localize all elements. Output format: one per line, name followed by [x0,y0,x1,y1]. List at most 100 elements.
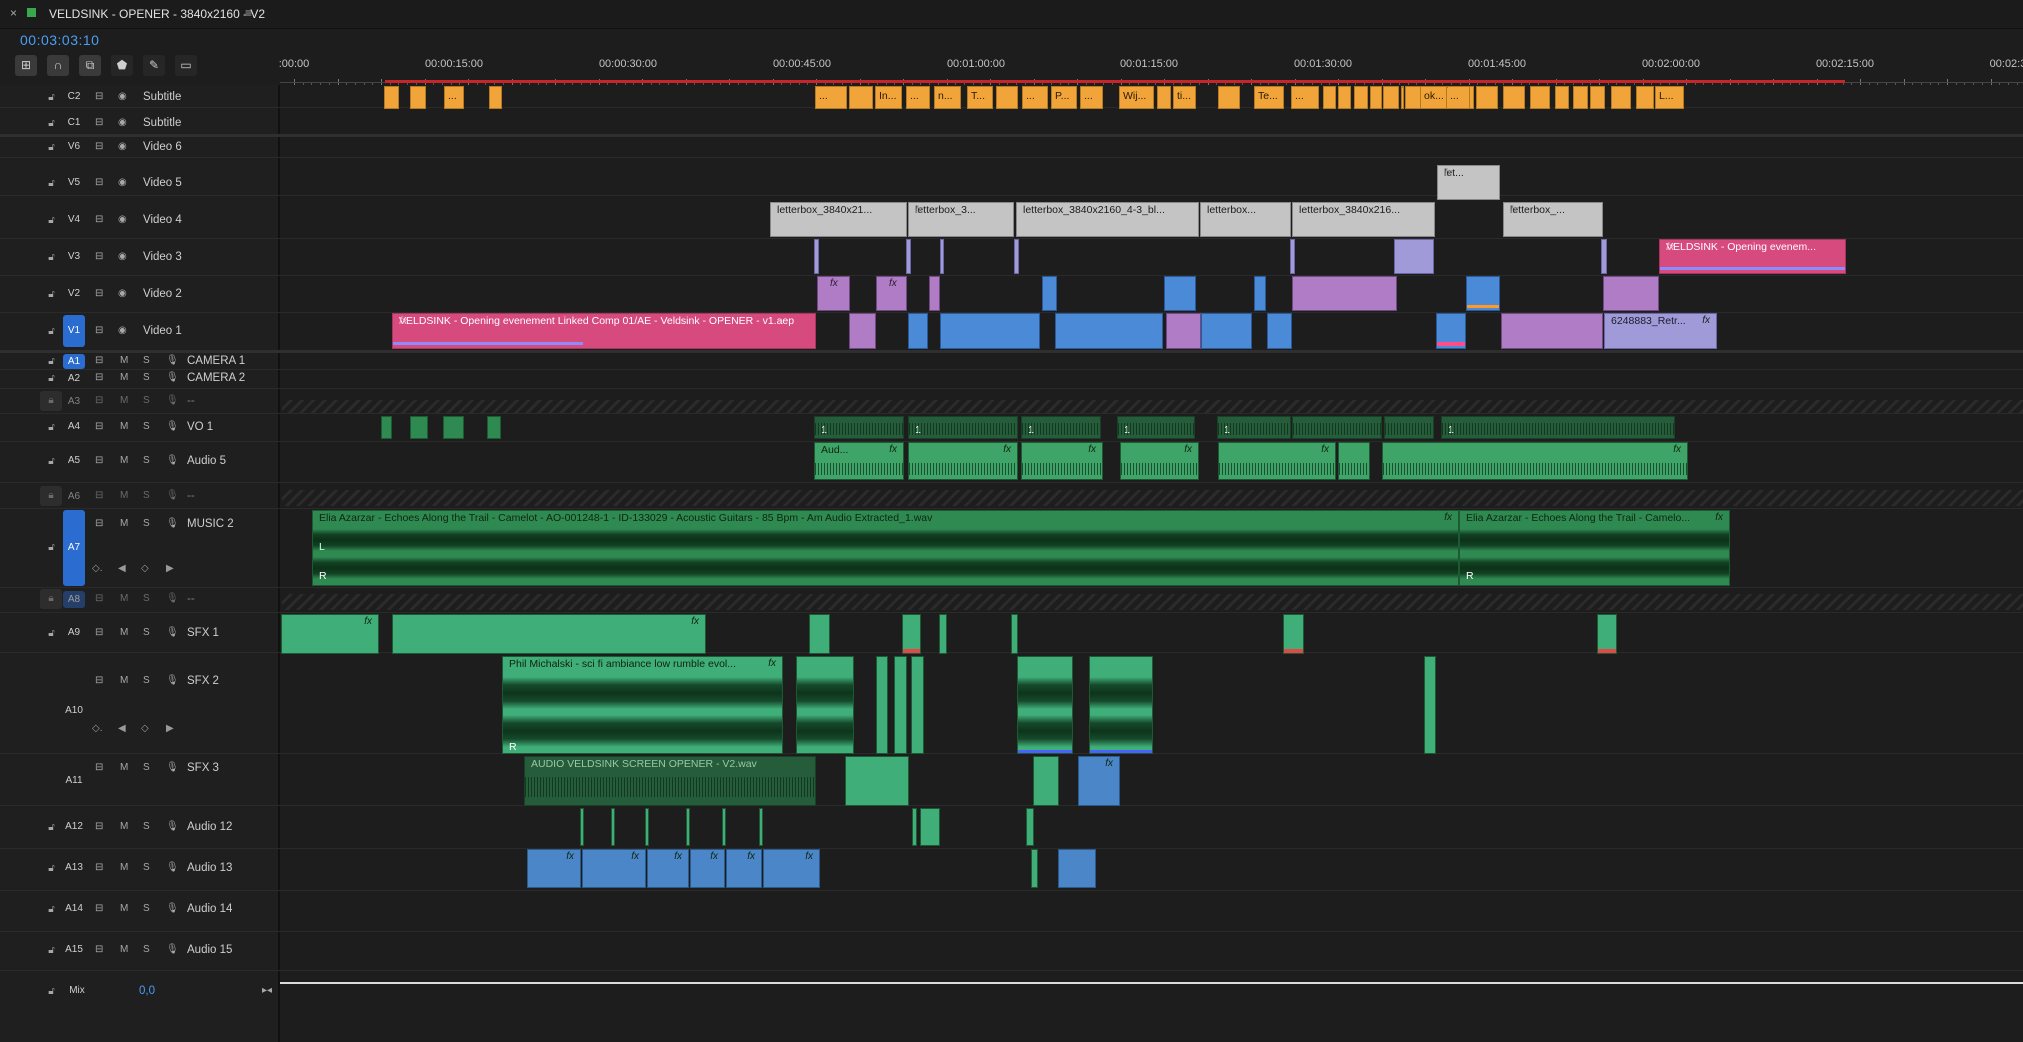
mute-button[interactable]: M [120,762,128,773]
add-keyframe-icon[interactable]: ◇ [141,723,149,734]
audio-clip[interactable] [1026,808,1034,846]
subtitle-clip[interactable]: In... [875,86,902,109]
mute-button[interactable]: M [120,395,128,406]
video-clip[interactable] [1014,239,1019,274]
video-clip[interactable] [1501,313,1603,349]
subtitle-clip[interactable]: Te... [1254,86,1284,109]
lock-icon[interactable]: 🔓︎ [46,215,57,226]
subtitle-clip[interactable] [1611,86,1631,109]
mic-icon[interactable]: 🎙︎ [166,355,179,367]
subtitle-clip[interactable] [849,86,873,109]
marker-icon[interactable]: ⬟ [111,55,133,76]
linked-comp-clip[interactable]: VELDSINK - Opening evenem... fx [1659,239,1846,274]
panel-menu-icon[interactable]: ≡ [245,6,252,20]
eye-icon[interactable]: ◉ [118,251,127,263]
track-header-a10[interactable]: A10 ⊟ M S 🎙︎ SFX 2 ◇. ◀ ◇ ▶ [0,668,278,748]
audio-clip[interactable] [1338,442,1370,480]
sync-lock-icon[interactable]: ⊟ [95,593,103,605]
track-header-a4[interactable]: 🔓︎ A4 ⊟ M S 🎙︎ VO 1 [0,418,278,436]
subtitle-clip[interactable] [1503,86,1525,109]
audio-clip[interactable] [1292,416,1382,439]
track-header-a14[interactable]: 🔓︎ A14 ⊟ M S 🎙︎ Audio 14 [0,900,278,918]
subtitle-clip[interactable]: ... [1291,86,1319,109]
audio-clip[interactable]: fx [392,614,706,654]
track-target[interactable]: C2 [63,88,85,105]
sync-lock-icon[interactable]: ⊟ [95,675,103,687]
video-clip[interactable] [1466,276,1500,311]
lock-icon[interactable]: 🔓︎ [46,456,57,467]
subtitle-clip[interactable]: Wij... [1119,86,1154,109]
prev-keyframe-icon[interactable]: ◀ [118,723,126,734]
audio-clip[interactable] [902,614,921,654]
solo-button[interactable]: S [143,395,150,406]
subtitle-clip[interactable] [410,86,426,109]
video-clip[interactable] [1042,276,1057,311]
track-header-a11[interactable]: A11 ⊟ M S 🎙︎ SFX 3 [0,760,278,800]
track-target[interactable]: A6 [63,488,85,505]
track-header-v3[interactable]: 🔓︎ V3 ⊟ ◉ Video 3 [0,248,278,266]
subtitle-clip[interactable]: ... [1022,86,1048,109]
mute-button[interactable]: M [120,821,128,832]
wrench-icon[interactable]: ✎ [143,55,165,76]
lock-icon[interactable]: 🔓︎ [46,863,57,874]
track-target[interactable]: V5 [63,174,85,191]
video-clip[interactable] [1436,313,1466,349]
audio-clip[interactable]: Aud... fx [814,442,904,480]
lock-icon[interactable]: 🔓︎ [46,118,57,129]
track-target[interactable]: A3 [63,393,85,410]
track-header-v6[interactable]: 🔓︎ V6 ⊟ ◉ Video 6 [0,138,278,156]
track-header-c2[interactable]: 🔓︎ C2 ⊟ ◉ Subtitle [0,88,278,106]
music-clip[interactable]: Elia Azarzar - Echoes Along the Trail - … [312,510,1459,586]
lock-icon[interactable]: 🔓︎ [46,422,57,433]
audio-clip[interactable] [410,416,428,439]
solo-button[interactable]: S [143,675,150,686]
mic-icon[interactable]: 🎙︎ [166,593,179,605]
subtitle-clip[interactable]: P... [1051,86,1077,109]
sfx-clip[interactable] [796,656,854,754]
audio-clip[interactable]: 1 [1217,416,1291,439]
sync-lock-icon[interactable]: ⊟ [95,762,103,774]
adjustment-clip[interactable]: letterbox_3840x21... [770,202,907,237]
sync-lock-icon[interactable]: ⊟ [95,821,103,833]
video-clip[interactable] [940,239,944,274]
next-keyframe-icon[interactable]: ▶ [166,563,174,574]
subtitle-clip[interactable]: n... [934,86,961,109]
lock-icon[interactable]: 🔓︎ [46,289,57,300]
add-keyframe-icon[interactable]: ◇ [141,563,149,574]
audio-clip[interactable]: fx [281,614,379,654]
audio-clip[interactable]: fx [763,849,820,888]
audio-clip[interactable]: fx [1382,442,1688,480]
mute-button[interactable]: M [120,355,128,366]
track-target[interactable]: A5 [63,452,85,469]
video-clip[interactable] [1201,313,1252,349]
mic-icon[interactable]: 🎙︎ [166,903,179,915]
track-header-v4[interactable]: 🔓︎ V4 ⊟ ◉ Video 4 [0,211,278,229]
sfx-clip[interactable] [1424,656,1436,754]
video-clip[interactable]: fx [817,276,850,311]
audio-clip[interactable] [920,808,940,846]
solo-button[interactable]: S [143,903,150,914]
audio-clip[interactable]: fx [582,849,646,888]
lock-icon[interactable]: 🔓︎ [46,92,57,103]
track-target[interactable]: V6 [63,138,85,155]
mic-icon[interactable]: 🎙︎ [166,395,179,407]
lock-icon[interactable]: 🔓︎ [46,945,57,956]
mic-icon[interactable]: 🎙︎ [166,627,179,639]
audio-clip[interactable]: 1 [908,416,1018,439]
track-header-v1[interactable]: 🔓︎ V1 ⊟ ◉ Video 1 [0,315,278,347]
mute-button[interactable]: M [120,372,128,383]
lock-icon[interactable]: 🔒︎ [40,391,62,411]
subtitle-clip[interactable] [1157,86,1171,109]
subtitle-clip[interactable] [996,86,1018,109]
mic-icon[interactable]: 🎙︎ [166,518,179,530]
subtitle-clip[interactable]: ti... [1173,86,1196,109]
subtitle-clip[interactable] [1555,86,1569,109]
mic-icon[interactable]: 🎙︎ [166,372,179,384]
subtitle-clip[interactable]: T... [967,86,993,109]
video-clip[interactable] [1601,239,1607,274]
solo-button[interactable]: S [143,518,150,529]
sync-lock-icon[interactable]: ⊟ [95,395,103,407]
audio-clip[interactable] [381,416,392,439]
sfx-clip[interactable] [894,656,907,754]
subtitle-clip[interactable] [1476,86,1498,109]
